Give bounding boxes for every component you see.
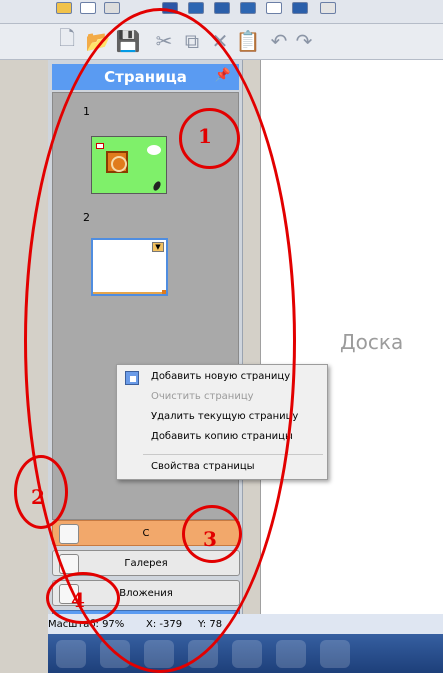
start-icon[interactable] <box>56 640 86 668</box>
annotation-number-3: 3 <box>203 527 217 551</box>
word-icon[interactable] <box>276 640 306 668</box>
redo-icon[interactable]: ↷ <box>292 29 316 53</box>
new-icon[interactable] <box>56 2 72 14</box>
annotation-number-2: 2 <box>31 485 45 509</box>
top-toolbar <box>0 0 443 24</box>
picture-icon[interactable] <box>214 2 230 14</box>
new-page-icon[interactable]: 🗋 <box>55 26 79 53</box>
copy-page-icon[interactable] <box>104 2 120 14</box>
chrome-icon[interactable] <box>232 640 262 668</box>
pen-icon[interactable] <box>320 2 336 14</box>
annotation-number-1: 1 <box>198 124 212 148</box>
page-icon[interactable] <box>266 2 282 14</box>
annotation-large-ellipse <box>24 8 296 673</box>
image-icon[interactable] <box>188 2 204 14</box>
board-icon[interactable] <box>292 2 308 14</box>
undo-icon[interactable]: ↶ <box>267 29 291 53</box>
blank-page-icon[interactable] <box>80 2 96 14</box>
annotation-number-4: 4 <box>71 588 85 612</box>
board-label: Доска <box>340 330 404 354</box>
paste-icon[interactable]: 📋 <box>236 29 261 53</box>
firefox-icon[interactable] <box>320 640 350 668</box>
screen-icon[interactable] <box>240 2 256 14</box>
